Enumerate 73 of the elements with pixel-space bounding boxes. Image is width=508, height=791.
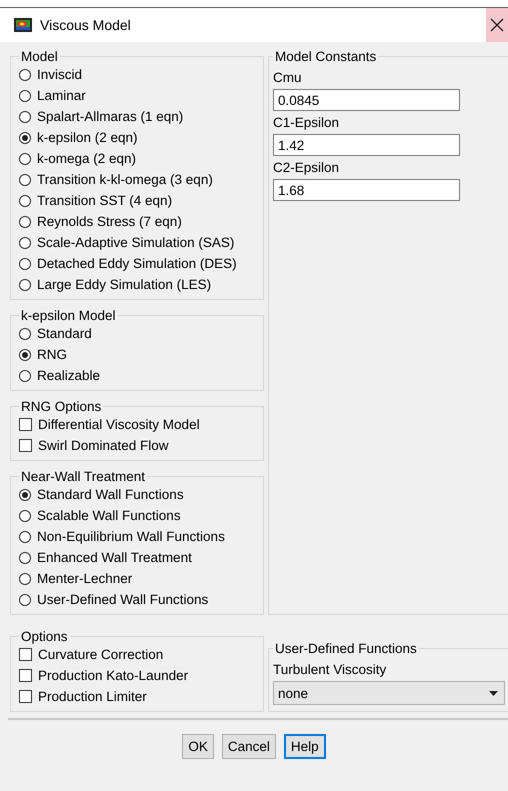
checkbox[interactable] bbox=[19, 418, 32, 431]
checkbox-label[interactable]: Curvature Correction bbox=[38, 644, 164, 665]
dialog-button[interactable]: Help bbox=[284, 734, 326, 759]
radio-label[interactable]: Scalable Wall Functions bbox=[37, 505, 181, 526]
group-title: Model Constants bbox=[274, 49, 378, 64]
radio-label[interactable]: RNG bbox=[37, 344, 67, 365]
radio-label[interactable]: Realizable bbox=[37, 365, 100, 386]
radio-label[interactable]: Reynolds Stress (7 eqn) bbox=[37, 211, 182, 232]
radio-button[interactable] bbox=[19, 68, 31, 80]
radio-button[interactable] bbox=[19, 152, 31, 164]
radio-button[interactable] bbox=[19, 530, 31, 542]
input-field[interactable]: 0.0845 bbox=[273, 89, 460, 111]
radio-label[interactable]: Transition SST (4 eqn) bbox=[37, 190, 172, 211]
radio-button[interactable] bbox=[19, 194, 31, 206]
group-title: k-epsilon Model bbox=[20, 308, 117, 323]
radio-button[interactable] bbox=[19, 594, 31, 606]
radio-label[interactable]: Standard bbox=[37, 323, 92, 344]
radio-label[interactable]: Inviscid bbox=[37, 64, 82, 85]
checkbox-label[interactable]: Production Kato-Launder bbox=[38, 665, 188, 686]
radio-label[interactable]: Transition k-kl-omega (3 eqn) bbox=[37, 169, 213, 190]
radio-label[interactable]: Non-Equilibrium Wall Functions bbox=[37, 526, 225, 547]
dialog-button[interactable]: OK bbox=[182, 734, 214, 759]
input-field[interactable]: 1.68 bbox=[273, 179, 460, 201]
radio-label[interactable]: Laminar bbox=[37, 85, 86, 106]
input-field[interactable]: 1.42 bbox=[273, 134, 460, 156]
close-icon bbox=[490, 18, 504, 32]
radio-label[interactable]: Spalart-Allmaras (1 eqn) bbox=[37, 106, 184, 127]
radio-button[interactable] bbox=[19, 90, 31, 102]
dropdown[interactable]: none bbox=[273, 681, 505, 705]
group-title: Model bbox=[20, 49, 59, 64]
radio-button[interactable] bbox=[19, 488, 31, 500]
dialog-button[interactable]: Cancel bbox=[222, 734, 276, 759]
radio-button[interactable] bbox=[19, 278, 31, 290]
radio-button[interactable] bbox=[19, 258, 31, 270]
group-title: Near-Wall Treatment bbox=[20, 469, 146, 484]
radio-button[interactable] bbox=[19, 174, 31, 186]
radio-label[interactable]: Scale-Adaptive Simulation (SAS) bbox=[37, 232, 234, 253]
checkbox-label[interactable]: Swirl Dominated Flow bbox=[38, 435, 169, 456]
checkbox[interactable] bbox=[19, 669, 32, 682]
field-label: C1-Epsilon bbox=[273, 115, 340, 130]
group-title: User-Defined Functions bbox=[274, 641, 418, 656]
radio-button[interactable] bbox=[19, 110, 31, 122]
window-title: Viscous Model bbox=[40, 17, 132, 33]
radio-label[interactable]: Enhanced Wall Treatment bbox=[37, 547, 192, 568]
checkbox[interactable] bbox=[19, 439, 32, 452]
field-label: Turbulent Viscosity bbox=[273, 662, 388, 677]
app-icon bbox=[14, 18, 32, 32]
radio-label[interactable]: User-Defined Wall Functions bbox=[37, 589, 208, 610]
checkbox-label[interactable]: Production Limiter bbox=[38, 686, 147, 707]
radio-label[interactable]: Standard Wall Functions bbox=[37, 484, 184, 505]
radio-button[interactable] bbox=[19, 510, 31, 522]
radio-label[interactable]: k-omega (2 eqn) bbox=[37, 148, 136, 169]
caret-icon bbox=[489, 690, 498, 696]
radio-button[interactable] bbox=[19, 552, 31, 564]
radio-button[interactable] bbox=[19, 572, 31, 584]
radio-button[interactable] bbox=[19, 236, 31, 248]
radio-label[interactable]: Detached Eddy Simulation (DES) bbox=[37, 253, 237, 274]
radio-label[interactable]: Large Eddy Simulation (LES) bbox=[37, 274, 212, 295]
radio-button[interactable] bbox=[19, 328, 31, 340]
radio-button[interactable] bbox=[19, 216, 31, 228]
radio-label[interactable]: k-epsilon (2 eqn) bbox=[37, 127, 138, 148]
group-title: RNG Options bbox=[20, 399, 102, 414]
radio-button[interactable] bbox=[19, 370, 31, 382]
group-title: Options bbox=[20, 629, 69, 644]
checkbox[interactable] bbox=[19, 690, 32, 703]
checkbox[interactable] bbox=[19, 648, 32, 661]
radio-button[interactable] bbox=[19, 132, 31, 144]
radio-button[interactable] bbox=[19, 348, 31, 360]
field-label: C2-Epsilon bbox=[273, 160, 340, 175]
close-button[interactable] bbox=[486, 8, 508, 42]
radio-label[interactable]: Menter-Lechner bbox=[37, 568, 132, 589]
field-label: Cmu bbox=[273, 70, 303, 85]
checkbox-label[interactable]: Differential Viscosity Model bbox=[38, 414, 200, 435]
